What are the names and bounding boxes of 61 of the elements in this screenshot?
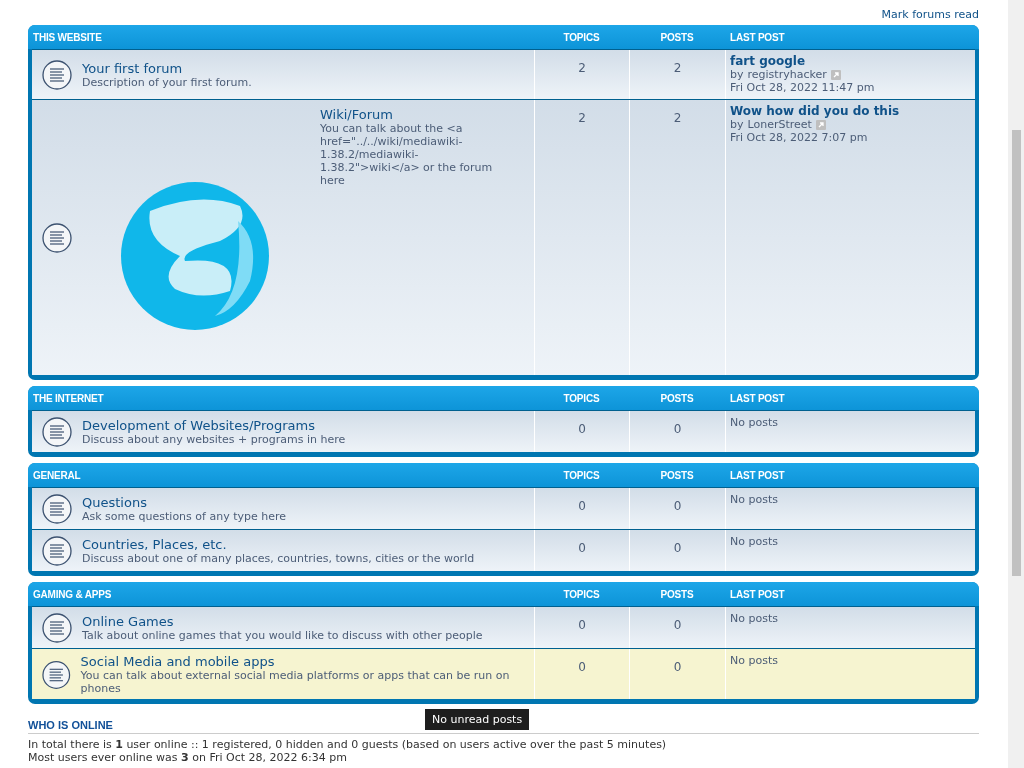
column-header: POSTS (659, 392, 695, 404)
topics-count: 0 (534, 411, 629, 452)
topics-count: 2 (534, 100, 629, 375)
forum-description: Description of your first forum. (82, 76, 252, 89)
no-posts-text: No posts (730, 416, 779, 429)
forum-read-icon (42, 60, 72, 90)
forum-title[interactable]: Wiki/Forum (320, 107, 498, 122)
forum-title[interactable]: Countries, Places, etc. (82, 537, 475, 552)
column-header: TOPICS (562, 588, 601, 600)
last-post-title[interactable]: fart google (730, 55, 971, 68)
posts-count: 0 (629, 411, 725, 452)
posts-count: 0 (629, 649, 725, 699)
forum-read-icon (42, 536, 72, 566)
by-label: by (730, 118, 744, 131)
view-post-icon[interactable] (815, 119, 826, 130)
column-header: LAST POST (729, 31, 786, 43)
forum-read-icon (42, 613, 72, 643)
forum-description: Discuss about one of many places, countries, towns, cities or the world (82, 552, 475, 565)
tooltip: No unread posts (425, 709, 530, 730)
forum-description: Ask some questions of any type here (82, 510, 286, 523)
forum-title[interactable]: Your first forum (82, 61, 252, 76)
forum-description: Discuss about any websites + programs in here (82, 433, 346, 446)
forum-description: Talk about online games that you would like to discuss with other people (82, 629, 483, 642)
forum-read-icon (42, 494, 72, 524)
online-stats-text: Most users ever online was 3 on Fri Oct 28, 2022 6:34 pm (28, 751, 348, 764)
column-header: TOPICS (562, 392, 601, 404)
posts-count: 0 (629, 530, 725, 571)
topics-count: 0 (534, 649, 629, 699)
author-link[interactable]: LonerStreet (747, 118, 812, 131)
by-label: by (730, 68, 744, 81)
column-header: POSTS (659, 469, 695, 481)
view-post-icon[interactable] (830, 69, 841, 80)
forum-title[interactable]: Development of Websites/Programs (82, 418, 346, 433)
forum-title[interactable]: Social Media and mobile apps (80, 654, 530, 669)
forum-description: You can talk about external social media platforms or apps that can be run on phones (80, 669, 511, 695)
forum-read-icon (42, 223, 72, 253)
forum-title[interactable]: Online Games (82, 614, 483, 629)
column-header: POSTS (659, 588, 695, 600)
forum-read-icon (42, 417, 72, 447)
forum-description: You can talk about the <a href="../../wiki/mediawiki-1.38.2/mediawiki-1.38.2">wiki</a> or the forum here (320, 122, 494, 187)
forum-read-icon (42, 659, 71, 690)
no-posts-text: No posts (730, 654, 779, 667)
post-time: Fri Oct 28, 2022 7:07 pm (730, 131, 869, 144)
author-link[interactable]: registryhacker (747, 68, 827, 81)
post-time: Fri Oct 28, 2022 11:47 pm (730, 81, 876, 94)
column-header: TOPICS (562, 31, 601, 43)
no-posts-text: No posts (730, 535, 779, 548)
scrollbar[interactable] (1008, 0, 1024, 768)
no-posts-text: No posts (730, 493, 779, 506)
forum-title[interactable]: Questions (82, 495, 286, 510)
no-posts-text: No posts (730, 612, 779, 625)
topics-count: 0 (534, 530, 629, 571)
column-header: LAST POST (729, 588, 786, 600)
column-header: POSTS (659, 31, 695, 43)
posts-count: 2 (629, 100, 725, 375)
column-header: LAST POST (729, 469, 786, 481)
last-post-title[interactable]: Wow how did you do this (730, 105, 971, 118)
column-header: LAST POST (729, 392, 786, 404)
column-header: TOPICS (562, 469, 601, 481)
online-stats-text: In total there is 1 user online :: 1 registered, 0 hidden and 0 guests (based on users active over the past 5 minutes) (28, 738, 668, 751)
mark-forums-read-link[interactable]: Mark forums read (881, 8, 979, 21)
